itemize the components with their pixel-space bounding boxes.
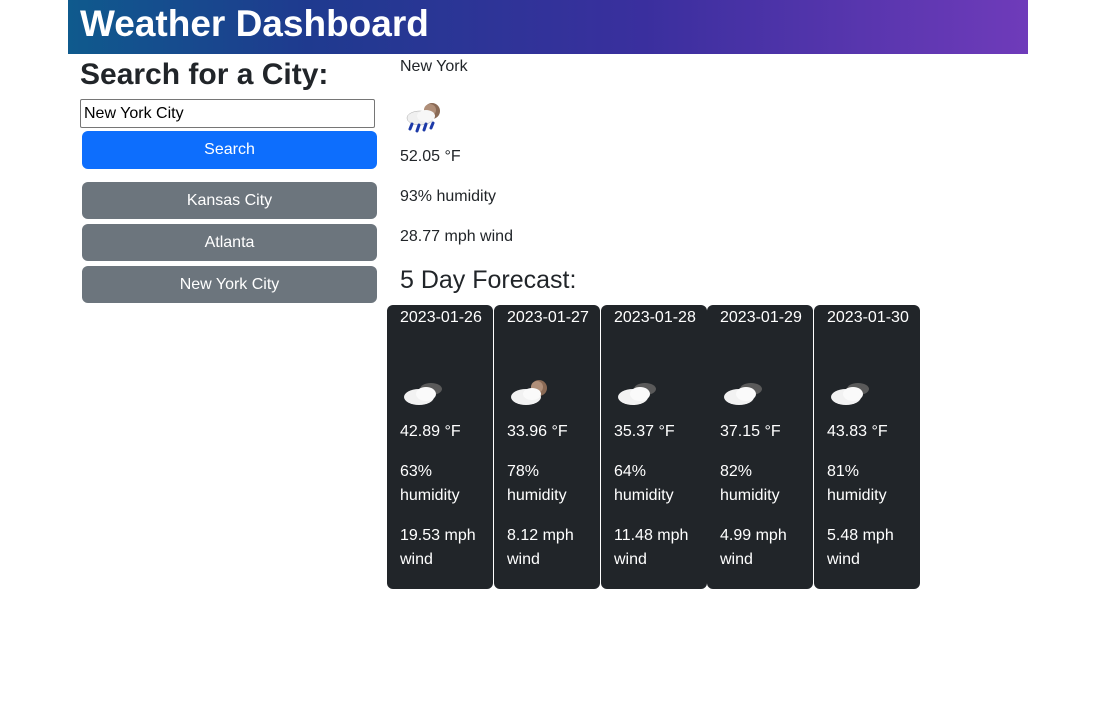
forecast-wind: 11.48 mph wind [614, 527, 689, 568]
page-title: Weather Dashboard [80, 3, 429, 44]
cloud-moon-icon [508, 375, 554, 409]
cloud-night-icon [401, 375, 447, 409]
forecast-humidity: 82% humidity [720, 463, 780, 504]
history-button-atlanta[interactable]: Atlanta [82, 224, 377, 261]
search-heading: Search for a City: [80, 58, 329, 91]
forecast-card: 2023-01-27 33.96 °F 78% humidity 8.12 mp… [494, 305, 600, 589]
forecast-temperature: 37.15 °F [720, 423, 781, 440]
forecast-date: 2023-01-27 [507, 309, 589, 326]
forecast-temperature: 33.96 °F [507, 423, 568, 440]
forecast-date: 2023-01-26 [400, 309, 482, 326]
forecast-card: 2023-01-26 42.89 °F 63% humidity 19.53 m… [387, 305, 493, 589]
forecast-heading: 5 Day Forecast: [400, 266, 577, 294]
city-search-input[interactable] [80, 99, 375, 128]
header-banner: Weather Dashboard [68, 0, 1028, 54]
forecast-card: 2023-01-30 43.83 °F 81% humidity 5.48 mp… [814, 305, 920, 589]
forecast-card: 2023-01-29 37.15 °F 82% humidity 4.99 mp… [707, 305, 813, 589]
forecast-date: 2023-01-29 [720, 309, 802, 326]
forecast-wind: 4.99 mph wind [720, 527, 787, 568]
current-temperature: 52.05 °F [400, 148, 461, 165]
forecast-humidity: 81% humidity [827, 463, 887, 504]
current-wind: 28.77 mph wind [400, 228, 513, 245]
forecast-humidity: 63% humidity [400, 463, 460, 504]
forecast-card: 2023-01-28 35.37 °F 64% humidity 11.48 m… [601, 305, 707, 589]
current-humidity: 93% humidity [400, 188, 497, 205]
forecast-temperature: 43.83 °F [827, 423, 888, 440]
cloud-night-icon [828, 375, 874, 409]
forecast-wind: 19.53 mph wind [400, 527, 476, 568]
forecast-date: 2023-01-28 [614, 309, 696, 326]
rain-cloud-icon [402, 98, 448, 134]
forecast-humidity: 64% humidity [614, 463, 674, 504]
cloud-night-icon [615, 375, 661, 409]
forecast-wind: 8.12 mph wind [507, 527, 574, 568]
forecast-date: 2023-01-30 [827, 309, 909, 326]
cloud-night-icon [721, 375, 767, 409]
forecast-wind: 5.48 mph wind [827, 527, 894, 568]
current-city: New York [400, 58, 468, 75]
search-button[interactable]: Search [82, 131, 377, 169]
history-button-kansas-city[interactable]: Kansas City [82, 182, 377, 219]
forecast-temperature: 35.37 °F [614, 423, 675, 440]
history-button-new-york-city[interactable]: New York City [82, 266, 377, 303]
forecast-humidity: 78% humidity [507, 463, 567, 504]
forecast-temperature: 42.89 °F [400, 423, 461, 440]
